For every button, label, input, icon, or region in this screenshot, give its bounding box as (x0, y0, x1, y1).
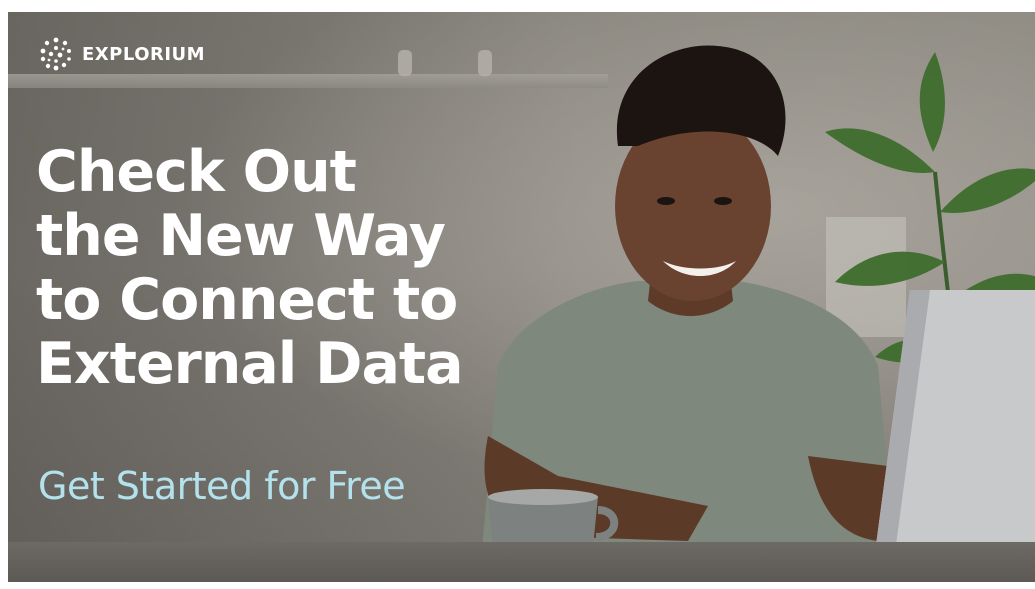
shelf-object (398, 50, 412, 76)
headline-line: Check Out (36, 139, 357, 205)
get-started-link[interactable]: Get Started for Free (38, 464, 406, 508)
explorium-logo-icon (40, 37, 71, 71)
headline: Check Out the New Way to Connect to Exte… (36, 140, 556, 396)
ad-banner[interactable]: EXPLORIUM Check Out the New Way to Conne… (8, 12, 1035, 582)
headline-line: the New Way (36, 203, 446, 269)
headline-line: External Data (36, 331, 464, 397)
brand-logo[interactable]: EXPLORIUM (38, 36, 205, 72)
desk-surface (8, 542, 1035, 582)
laptop-image (871, 290, 1035, 582)
brand-name: EXPLORIUM (82, 43, 206, 65)
headline-line: to Connect to (36, 267, 458, 333)
